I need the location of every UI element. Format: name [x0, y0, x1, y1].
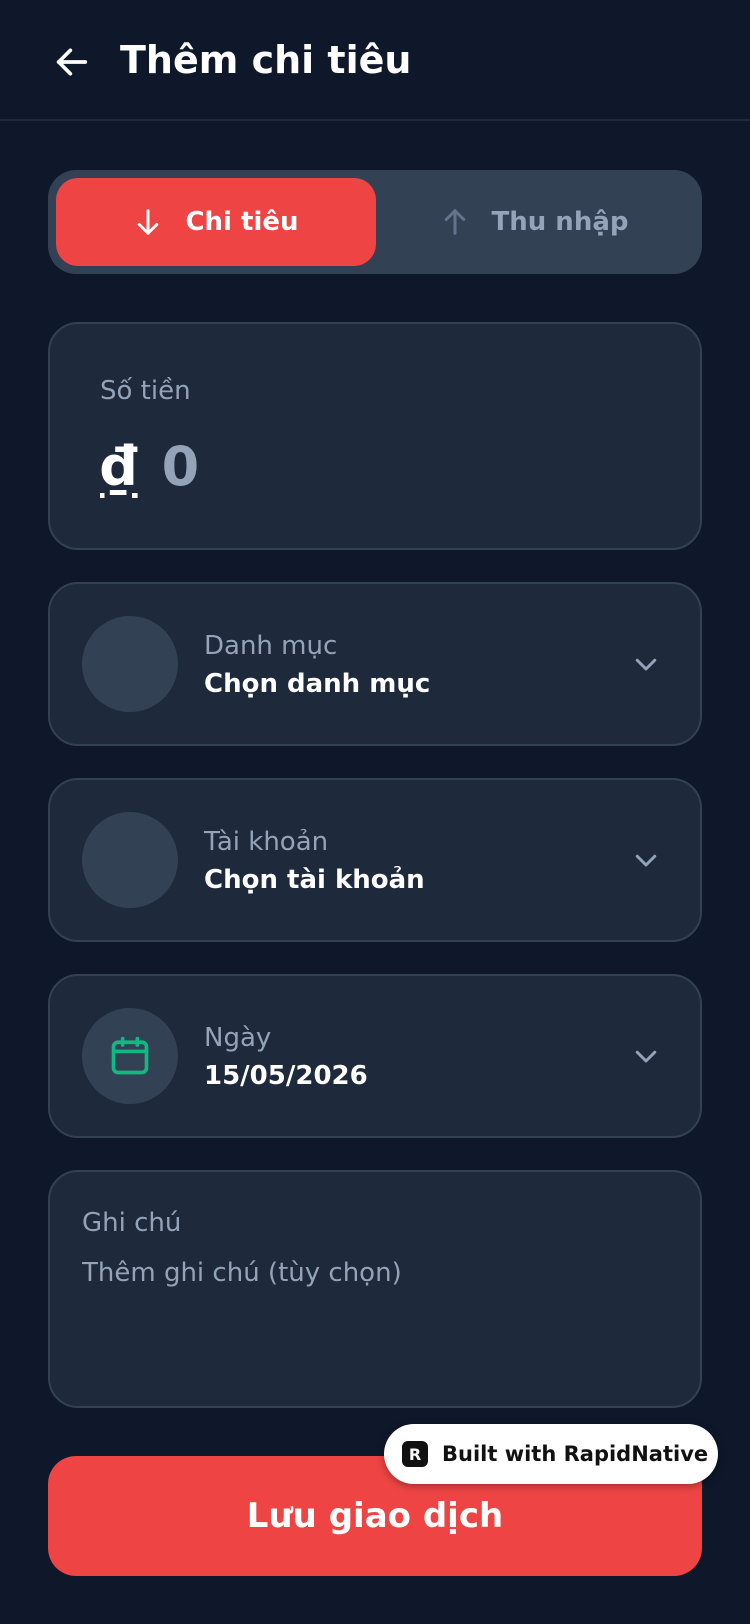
- chevron-down-icon: [628, 646, 664, 682]
- date-select[interactable]: Ngày 15/05/2026: [48, 974, 702, 1138]
- category-icon-placeholder: [82, 616, 178, 712]
- date-icon-container: [82, 1008, 178, 1104]
- chevron-down-icon: [628, 1038, 664, 1074]
- amount-field[interactable]: ₫ 0: [100, 432, 199, 502]
- income-tab[interactable]: Thu nhập: [374, 178, 694, 266]
- category-label: Danh mục: [204, 631, 338, 661]
- back-button[interactable]: [50, 40, 94, 84]
- expense-tab[interactable]: Chi tiêu: [56, 178, 376, 266]
- date-text: Ngày 15/05/2026: [204, 1020, 368, 1096]
- amount-value: 0: [161, 435, 200, 498]
- account-value: Chọn tài khoản: [204, 865, 425, 895]
- header: Thêm chi tiêu: [0, 0, 750, 121]
- arrow-up-icon: [444, 209, 465, 235]
- date-label: Ngày: [204, 1023, 272, 1053]
- note-card: Ghi chú: [48, 1170, 702, 1408]
- amount-label: Số tiền: [100, 376, 191, 406]
- arrow-left-icon: [56, 48, 88, 76]
- calendar-icon: [111, 1036, 149, 1075]
- category-text: Danh mục Chọn danh mục: [204, 628, 430, 704]
- account-label: Tài khoản: [204, 827, 329, 857]
- note-input[interactable]: [82, 1258, 662, 1378]
- transaction-type-toggle: Chi tiêu Thu nhập: [48, 170, 702, 274]
- page-title: Thêm chi tiêu: [120, 38, 412, 82]
- arrow-down-icon: [138, 209, 159, 235]
- date-value: 15/05/2026: [204, 1061, 368, 1091]
- rapidnative-badge[interactable]: R Built with RapidNative: [384, 1424, 718, 1484]
- account-select[interactable]: Tài khoản Chọn tài khoản: [48, 778, 702, 942]
- account-text: Tài khoản Chọn tài khoản: [204, 824, 425, 900]
- category-value: Chọn danh mục: [204, 669, 431, 699]
- amount-input-card[interactable]: Số tiền ₫ 0: [48, 322, 702, 550]
- note-label: Ghi chú: [82, 1208, 182, 1238]
- chevron-down-icon: [628, 842, 664, 878]
- income-tab-label: Thu nhập: [491, 207, 629, 237]
- currency-symbol: ₫: [100, 435, 138, 498]
- account-icon-placeholder: [82, 812, 178, 908]
- expense-tab-label: Chi tiêu: [185, 207, 299, 237]
- rapidnative-logo-icon: R: [402, 1441, 428, 1467]
- category-select[interactable]: Danh mục Chọn danh mục: [48, 582, 702, 746]
- badge-text: Built with RapidNative: [442, 1442, 709, 1466]
- add-expense-screen: Thêm chi tiêu Chi tiêu Thu nhập Số tiền …: [0, 0, 750, 1624]
